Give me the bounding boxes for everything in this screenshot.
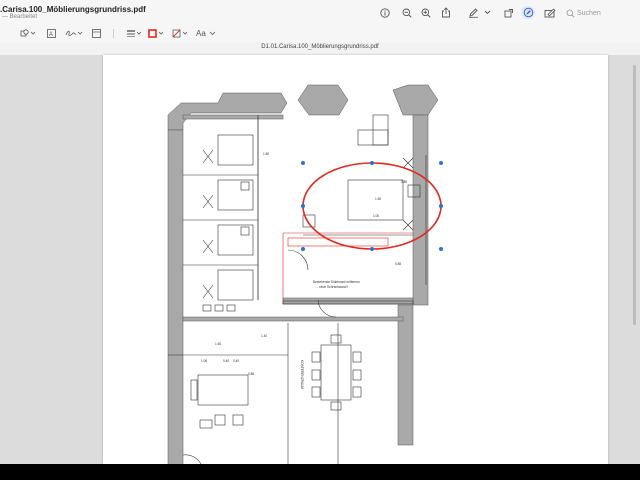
rotate-icon[interactable] xyxy=(502,6,516,19)
search-icon xyxy=(566,9,575,18)
dimension-label: 1.00 xyxy=(373,214,379,218)
search-field[interactable]: Suchen xyxy=(566,6,626,20)
chevron-down-icon xyxy=(209,31,216,36)
share-icon[interactable] xyxy=(439,6,453,19)
dimension-label: 0.80 xyxy=(401,180,407,184)
floor-plan: Bestehende Sideboard entfernen → neue Sc… xyxy=(167,84,443,464)
scrollbar-thumb[interactable] xyxy=(633,65,636,325)
chevron-down-icon[interactable] xyxy=(482,6,492,19)
document-header: D1.01.Carisa.100_Möblierungsgrundriss.pd… xyxy=(0,42,640,56)
text-box-icon[interactable]: A xyxy=(47,28,56,39)
preview-window: .Carisa.100_Möblierungsgrundriss.pdf — B… xyxy=(0,0,640,464)
dimension-label: 0.85 xyxy=(395,262,401,266)
conference-table xyxy=(311,334,362,411)
line-style-icon[interactable] xyxy=(126,28,142,39)
document-filename: D1.01.Carisa.100_Möblierungsgrundriss.pd… xyxy=(261,44,379,50)
markup-circle-icon[interactable] xyxy=(521,6,535,19)
window-title: .Carisa.100_Möblierungsgrundriss.pdf xyxy=(0,5,146,14)
zoom-in-icon[interactable] xyxy=(419,6,433,19)
signature-icon[interactable] xyxy=(543,6,557,19)
zoom-out-icon[interactable] xyxy=(400,6,414,19)
border-color-icon[interactable] xyxy=(148,28,164,39)
window-subtitle: — Bearbeitet xyxy=(2,14,38,20)
document-canvas[interactable]: Bestehende Sideboard entfernen → neue Sc… xyxy=(0,55,640,464)
dimension-label: 1.06 xyxy=(201,359,207,363)
plan-note: → neue Schrankwand? xyxy=(315,285,348,289)
title-bar: .Carisa.100_Möblierungsgrundriss.pdf — B… xyxy=(0,0,640,25)
sign-icon[interactable] xyxy=(65,28,83,39)
room-label: KONFERENZRAUM xyxy=(300,360,304,389)
dimension-label: 0.40 xyxy=(223,359,229,363)
vertical-scrollbar[interactable] xyxy=(628,55,640,464)
pdf-page[interactable]: Bestehende Sideboard entfernen → neue Sc… xyxy=(103,55,608,464)
dimension-label: 1.80 xyxy=(263,152,269,156)
note-icon[interactable] xyxy=(92,28,101,39)
plan-walls xyxy=(167,84,439,464)
text-style-button[interactable]: Aa xyxy=(196,28,216,39)
svg-text:A: A xyxy=(49,32,53,38)
dimension-label: 1.60 xyxy=(215,342,221,346)
markup-pen-icon[interactable] xyxy=(466,6,480,19)
dimension-label: 1.50 xyxy=(375,197,381,201)
fill-color-icon[interactable] xyxy=(172,28,188,39)
lower-left-desks xyxy=(190,304,249,429)
dimension-label: 1.40 xyxy=(261,334,267,338)
search-placeholder: Suchen xyxy=(577,9,601,17)
dimension-label: 0.86 xyxy=(248,372,254,376)
toolbar-divider xyxy=(113,29,114,38)
text-style-label: Aa xyxy=(196,29,206,38)
markup-toolbar: A Aa xyxy=(0,25,640,43)
plan-note: Bestehende Sideboard entfernen xyxy=(313,280,360,284)
dimension-label: 0.40 xyxy=(233,359,239,363)
workstation-desks xyxy=(202,134,254,301)
shapes-icon[interactable] xyxy=(20,28,36,39)
info-icon[interactable] xyxy=(378,6,392,19)
